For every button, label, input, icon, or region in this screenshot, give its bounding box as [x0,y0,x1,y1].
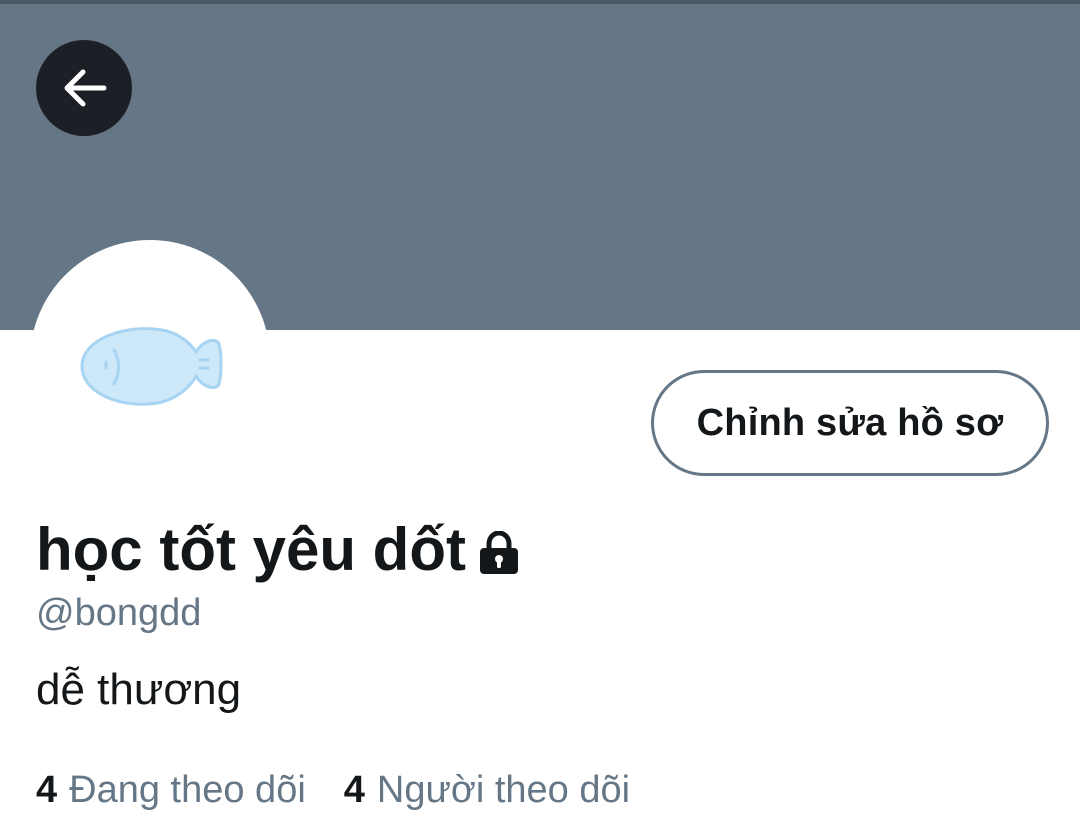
arrow-left-icon [64,69,107,107]
following-label: Đang theo dõi [69,768,306,811]
edit-profile-button[interactable]: Chỉnh sửa hồ sơ [651,370,1049,476]
followers-count: 4 [343,768,365,811]
followers-stat[interactable]: 4 Người theo dõi [344,769,630,812]
profile-handle: @bongdd [36,592,202,634]
fish-icon [80,327,223,406]
profile-bio: dễ thương [36,665,242,714]
back-button[interactable] [36,40,132,136]
following-stat[interactable]: 4 Đang theo dõi [36,769,306,812]
followers-label: Người theo dõi [376,768,631,811]
follow-stats: 4 Đang theo dõi 4 Người theo dõi [36,766,630,814]
following-count: 4 [36,768,58,811]
display-name-text: học tốt yêu dốt [36,515,466,583]
profile-name: học tốt yêu dốt [36,512,522,586]
avatar[interactable] [30,240,270,480]
lock-icon [479,531,518,574]
